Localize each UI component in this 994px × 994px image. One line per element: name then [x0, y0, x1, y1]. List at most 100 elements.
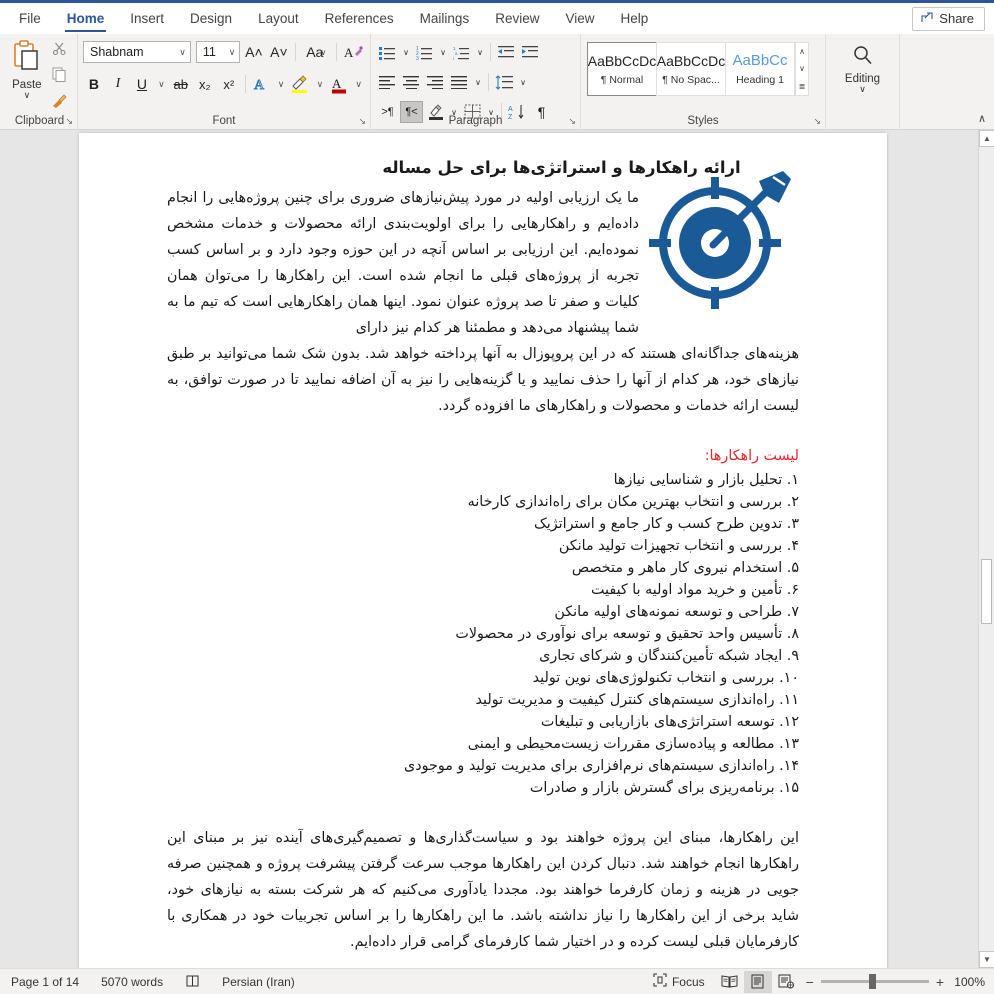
print-layout-button[interactable] — [743, 970, 772, 993]
highlight-button[interactable] — [289, 73, 311, 96]
tab-references[interactable]: References — [312, 6, 407, 34]
copy-icon[interactable] — [52, 67, 67, 87]
chevron-down-icon[interactable]: ∨ — [320, 48, 326, 57]
justify-dropdown[interactable]: ∨ — [472, 71, 484, 93]
editing-caret-icon[interactable]: ∨ — [859, 85, 866, 94]
align-left-icon[interactable] — [376, 71, 399, 93]
search-icon — [847, 41, 879, 71]
proofing-errors-icon[interactable] — [174, 974, 211, 989]
list-item: ۲. بررسی و انتخاب بهترین مکان برای راه‌ا… — [467, 494, 799, 510]
numbering-icon[interactable]: 123 — [413, 41, 436, 63]
numbering-dropdown[interactable]: ∨ — [437, 41, 449, 63]
zoom-level-label[interactable]: 100% — [952, 975, 994, 989]
highlight-color-dropdown[interactable]: ∨ — [313, 73, 326, 96]
zoom-slider-thumb[interactable] — [868, 974, 876, 989]
tab-help[interactable]: Help — [608, 6, 662, 34]
scroll-down-button[interactable]: ▼ — [979, 951, 994, 968]
align-center-icon[interactable] — [400, 71, 423, 93]
word-count[interactable]: 5070 words — [90, 975, 174, 989]
page-content: ارائه راهکارها و استراتژی‌ها برای حل مسا… — [167, 155, 799, 968]
paste-icon — [10, 39, 44, 78]
document-page[interactable]: ارائه راهکارها و استراتژی‌ها برای حل مسا… — [79, 133, 887, 968]
styles-scroll-down-button[interactable]: ∨ — [796, 60, 808, 77]
read-mode-button[interactable] — [716, 971, 744, 993]
line-spacing-icon[interactable] — [493, 71, 516, 93]
tab-layout[interactable]: Layout — [245, 6, 312, 34]
subscript-button[interactable]: x₂ — [194, 73, 216, 96]
zoom-out-button[interactable]: − — [806, 974, 814, 990]
style-normal[interactable]: AaBbCcDc ¶ Normal — [587, 42, 657, 96]
styles-dialog-launcher[interactable]: ↘ — [813, 116, 821, 127]
strikethrough-button[interactable]: ab — [170, 73, 192, 96]
scrollbar-thumb[interactable] — [981, 559, 992, 624]
increase-indent-icon[interactable] — [519, 41, 542, 63]
ribbon-group-styles: AaBbCcDc ¶ Normal AaBbCcDc ¶ No Spac... … — [581, 34, 826, 130]
tab-view[interactable]: View — [552, 6, 607, 34]
superscript-button[interactable]: x² — [218, 73, 240, 96]
text-effects-button[interactable]: A — [251, 73, 273, 96]
list-item: ۱۲. توسعه استراتژی‌های بازاریابی و تبلیغ… — [540, 714, 799, 730]
line-spacing-dropdown[interactable]: ∨ — [517, 71, 529, 93]
ribbon-tab-bar: File Home Insert Design Layout Reference… — [0, 3, 994, 34]
font-size-combobox[interactable]: 11 ∨ — [195, 41, 241, 63]
format-painter-icon[interactable] — [51, 93, 67, 114]
divider — [490, 43, 491, 61]
zoom-in-button[interactable]: + — [936, 974, 944, 990]
italic-label: I — [115, 76, 121, 91]
vertical-scrollbar[interactable]: ▲ ▼ — [978, 130, 994, 968]
decrease-indent-icon[interactable] — [495, 41, 518, 63]
justify-icon[interactable] — [448, 71, 471, 93]
style-heading-1[interactable]: AaBbCс Heading 1 — [725, 42, 795, 96]
language-indicator[interactable]: Persian (Iran) — [211, 975, 306, 989]
grow-font-button[interactable]: A˄ — [242, 41, 265, 64]
styles-more-button[interactable]: ≣ — [796, 78, 808, 95]
font-dialog-launcher[interactable]: ↘ — [358, 116, 366, 127]
tab-review[interactable]: Review — [482, 6, 552, 34]
align-right-icon[interactable] — [424, 71, 447, 93]
svg-text:i: i — [453, 56, 454, 60]
collapse-ribbon-button[interactable]: ∧ — [978, 112, 986, 125]
scrollbar-track[interactable] — [979, 147, 994, 951]
bold-button[interactable]: B — [83, 73, 105, 96]
tab-file[interactable]: File — [6, 6, 54, 34]
style-name: ¶ No Spac... — [662, 74, 720, 86]
divider — [295, 43, 297, 61]
share-button[interactable]: Share — [912, 7, 985, 31]
italic-button[interactable]: I — [107, 73, 129, 96]
change-case-button[interactable]: Aa ∨ — [301, 41, 331, 64]
style-no-spacing[interactable]: AaBbCcDc ¶ No Spac... — [656, 42, 726, 96]
clear-formatting-button[interactable]: A — [342, 41, 365, 64]
underline-button[interactable]: U — [131, 73, 153, 96]
underline-dropdown[interactable]: ∨ — [155, 73, 168, 96]
tab-mailings[interactable]: Mailings — [407, 6, 483, 34]
subscript-label: x₂ — [198, 76, 211, 92]
chevron-down-icon[interactable]: ∨ — [229, 47, 236, 58]
multilevel-list-icon[interactable]: 1ai — [450, 41, 473, 63]
bullets-icon[interactable] — [376, 41, 399, 63]
paste-caret-icon[interactable]: ∨ — [24, 91, 31, 100]
tab-insert[interactable]: Insert — [117, 6, 177, 34]
scroll-up-button[interactable]: ▲ — [979, 130, 994, 147]
paragraph-dialog-launcher[interactable]: ↘ — [568, 116, 576, 127]
font-name-combobox[interactable]: Shabnam ∨ — [83, 41, 191, 63]
styles-scroll-up-button[interactable]: ∧ — [796, 43, 808, 60]
svg-text:A: A — [344, 45, 354, 60]
web-layout-button[interactable] — [772, 971, 800, 993]
text-effects-dropdown[interactable]: ∨ — [275, 73, 288, 96]
chevron-down-icon[interactable]: ∨ — [179, 47, 186, 58]
font-color-button[interactable]: A — [328, 73, 350, 96]
superscript-label: x² — [223, 76, 235, 92]
zoom-slider[interactable] — [820, 974, 929, 989]
shrink-font-button[interactable]: A˅ — [267, 41, 290, 64]
multilevel-dropdown[interactable]: ∨ — [474, 41, 486, 63]
tab-home[interactable]: Home — [54, 6, 118, 34]
page-indicator[interactable]: Page 1 of 14 — [0, 975, 90, 989]
font-color-dropdown[interactable]: ∨ — [352, 73, 365, 96]
list-item: ۵. استخدام نیروی کار ماهر و متخصص — [571, 560, 799, 576]
scissors-icon[interactable] — [52, 41, 67, 61]
clipboard-dialog-launcher[interactable]: ↘ — [65, 116, 73, 127]
focus-mode-button[interactable]: Focus — [642, 973, 716, 990]
tab-design[interactable]: Design — [177, 6, 245, 34]
editing-button[interactable]: Editing ∨ — [831, 37, 894, 94]
bullets-dropdown[interactable]: ∨ — [400, 41, 412, 63]
